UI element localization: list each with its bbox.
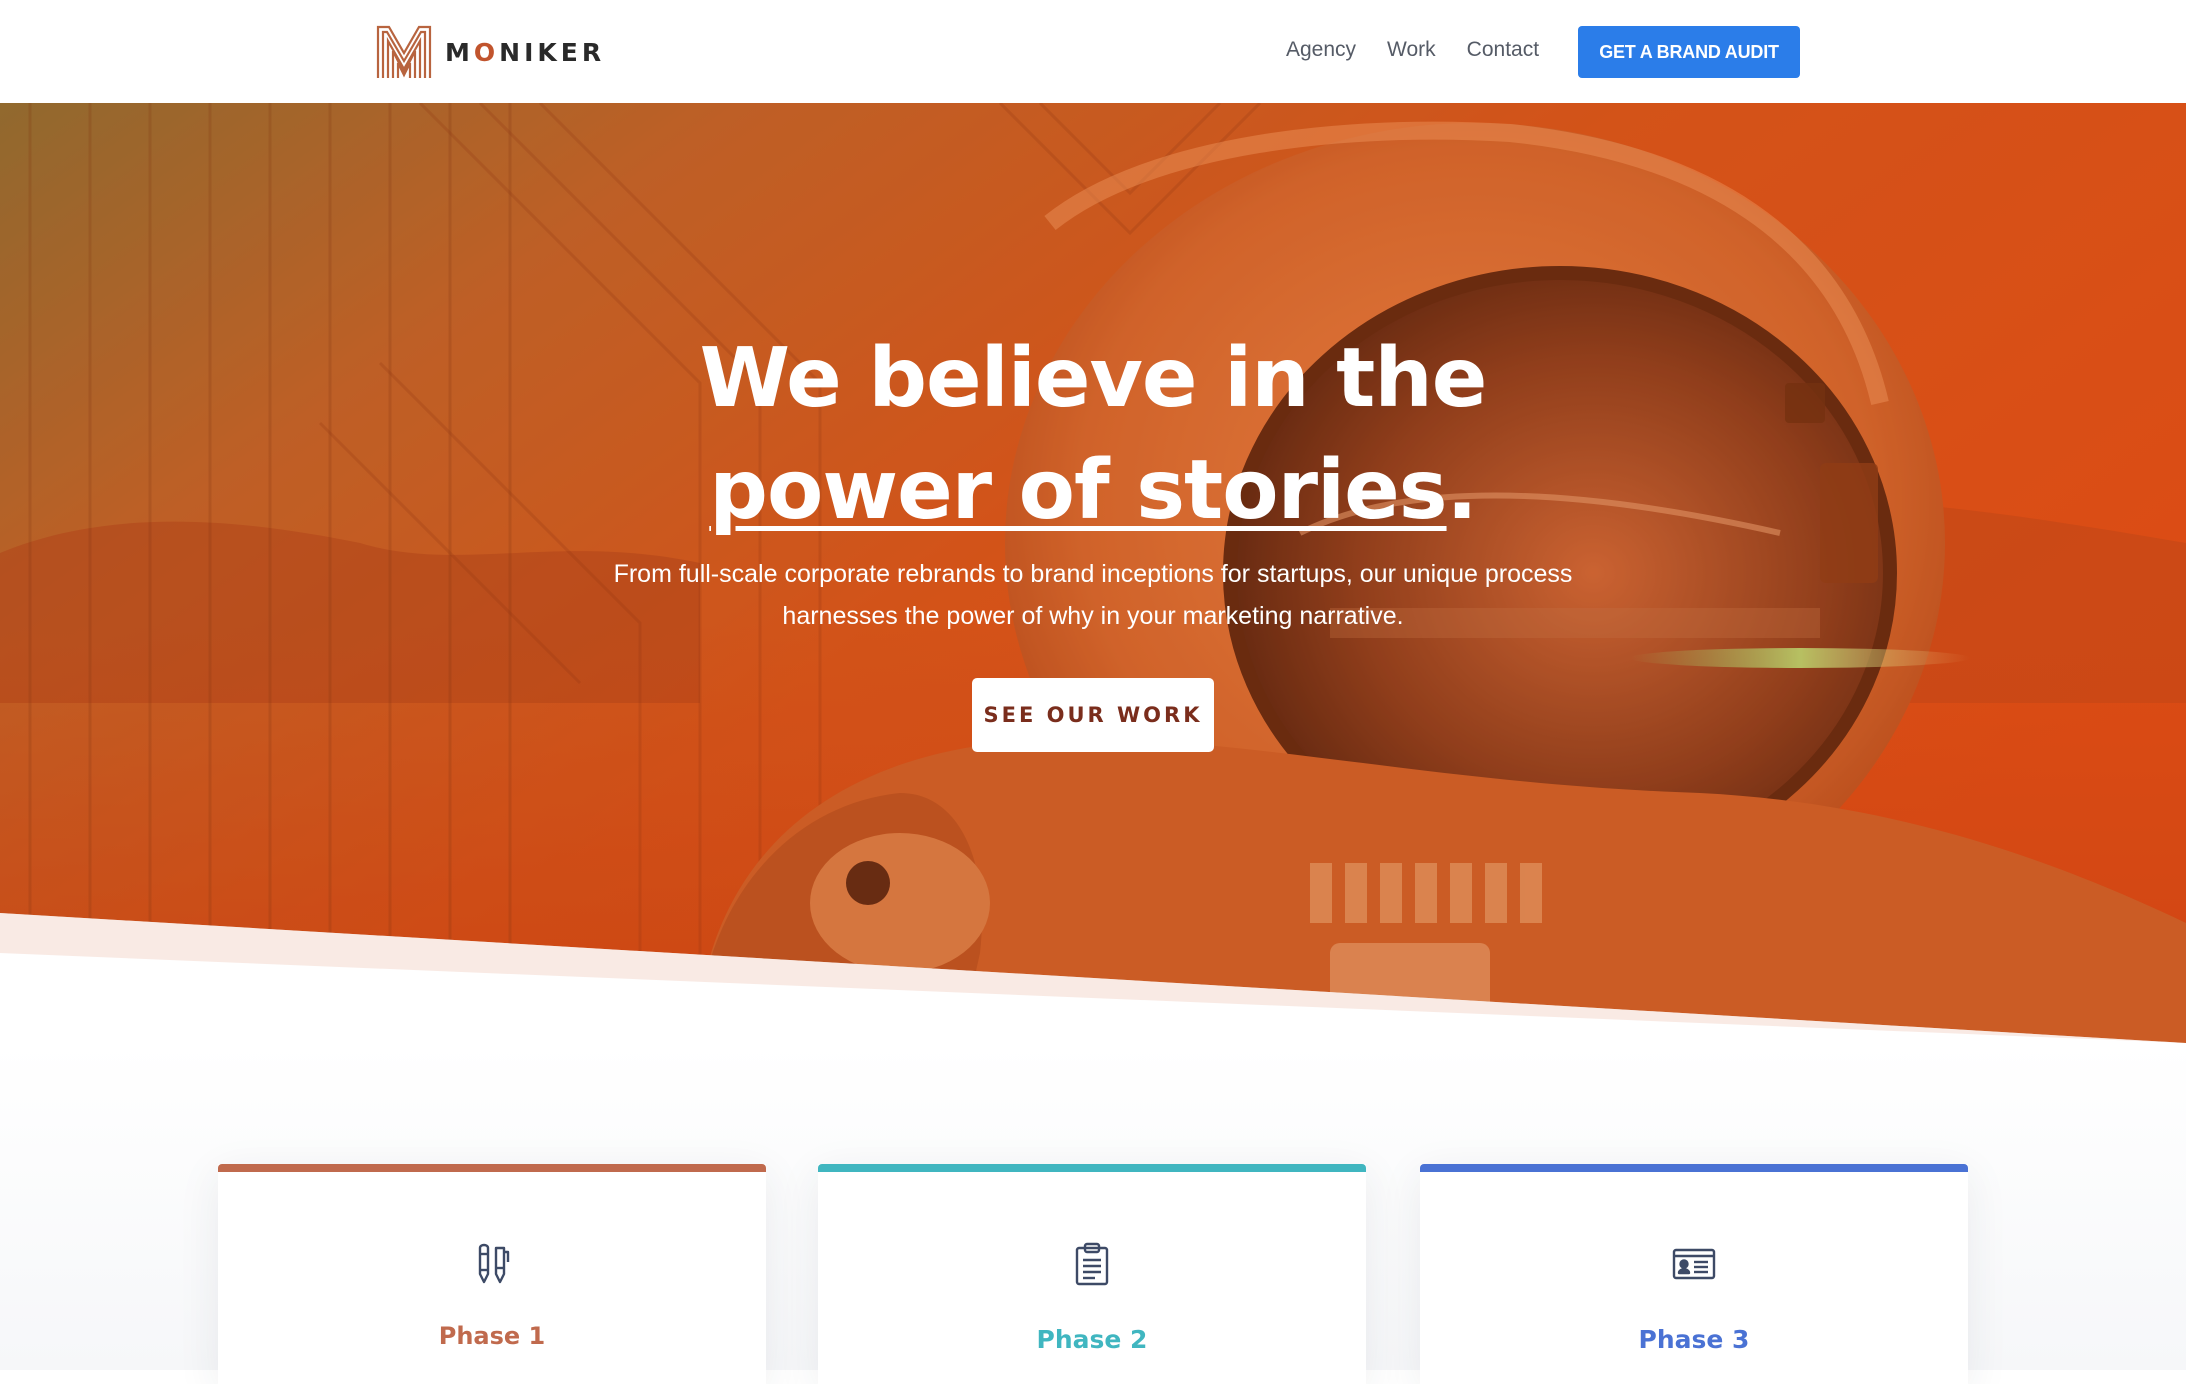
id-card-icon: [1672, 1248, 1716, 1280]
site-header: MONIKER Agency Work Contact GET A BRAND …: [0, 0, 2186, 103]
pen-pencil-icon: [478, 1243, 510, 1284]
phase-title: Phase 2: [1036, 1325, 1148, 1354]
phase-card-3: Phase 3: [1420, 1164, 1968, 1384]
nav-link-contact[interactable]: Contact: [1467, 30, 1539, 70]
nav-link-work[interactable]: Work: [1387, 30, 1436, 70]
moniker-logo[interactable]: MONIKER: [375, 23, 605, 81]
hero-headline: We believe in the power of stories.: [699, 331, 1488, 538]
phase-card-accent-bar: [818, 1164, 1366, 1172]
hero-subtitle: From full-scale corporate rebrands to br…: [613, 560, 1573, 630]
clipboard-icon: [1075, 1242, 1109, 1286]
phase-card-accent-bar: [1420, 1164, 1968, 1172]
phase-card-2: Phase 2: [818, 1164, 1366, 1384]
phase-title: Phase 3: [1638, 1325, 1750, 1354]
nav-link-agency[interactable]: Agency: [1286, 30, 1356, 70]
brand-name: MONIKER: [445, 37, 606, 67]
phase-card-1: Phase 1: [218, 1164, 766, 1384]
hero-headline-underlined: power of stories: [709, 443, 1447, 538]
moniker-m-logo-icon: [376, 25, 432, 78]
see-our-work-button[interactable]: SEE OUR WORK: [972, 678, 1214, 752]
hero-section: We believe in the power of stories. From …: [0, 103, 2186, 1043]
phase-card-accent-bar: [218, 1164, 766, 1172]
get-brand-audit-button[interactable]: GET A BRAND AUDIT: [1578, 26, 1800, 78]
phase-title: Phase 1: [438, 1322, 546, 1350]
main-nav: Agency Work Contact: [1286, 30, 1570, 70]
